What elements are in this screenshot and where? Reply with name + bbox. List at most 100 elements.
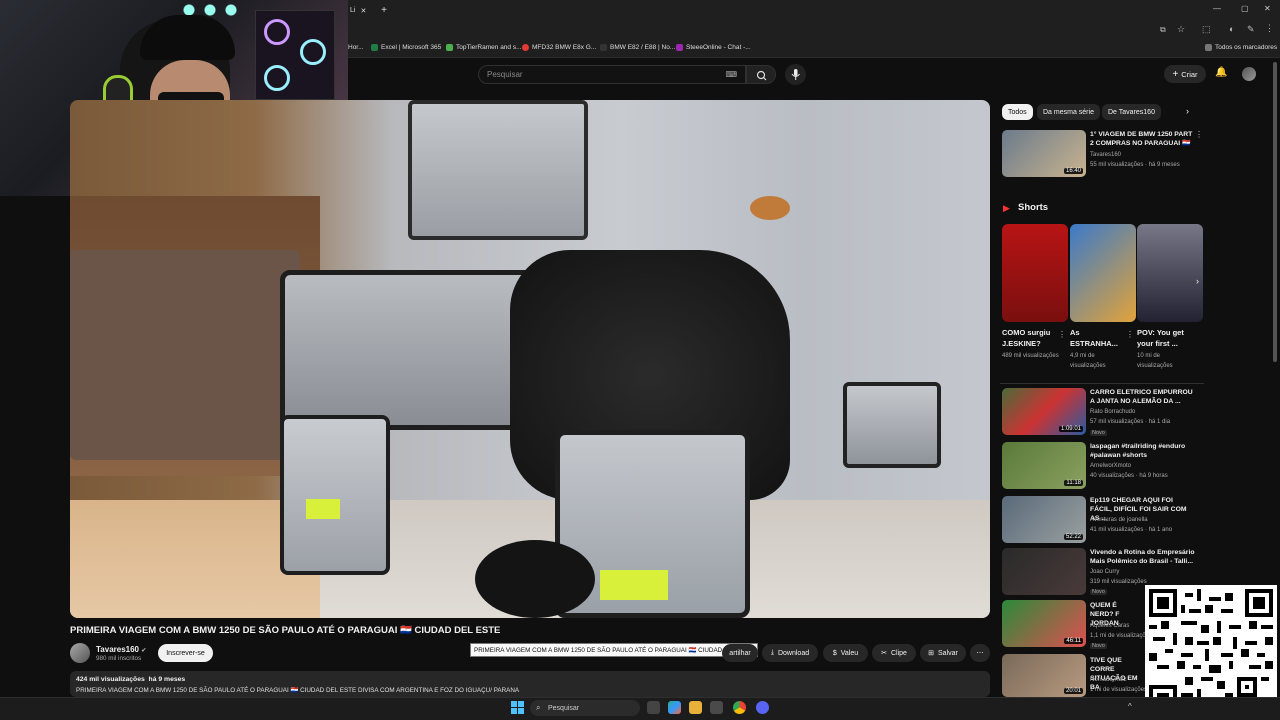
video-thumbnail[interactable]: 11:18	[1002, 442, 1086, 489]
shorts-heading: Shorts	[1018, 202, 1049, 213]
taskbar-search[interactable]: ⌕ Pesquisar	[530, 700, 640, 716]
bookmark-item[interactable]: SteeeOnline - Chat -...	[676, 44, 751, 51]
notifications-icon[interactable]: 🔔	[1215, 67, 1227, 78]
rec-channel[interactable]: Aqueles Caras	[1090, 623, 1129, 629]
profile-icon[interactable]: ◐	[1229, 24, 1234, 34]
subscriber-count: 980 mil inscritos	[96, 655, 142, 662]
short-title[interactable]: POV: You get your first ...	[1137, 327, 1195, 349]
duration-badge: 11:18	[1064, 480, 1083, 486]
bookmark-item[interactable]: TopTierRamen and s...	[446, 44, 522, 51]
subscribe-button[interactable]: Inscrever-se	[158, 644, 213, 662]
description-text: PRIMEIRA VIAGEM COM A BMW 1250 DE SÃO PA…	[76, 687, 520, 694]
short-title[interactable]: As ESTRANHA...	[1070, 327, 1128, 349]
save-button[interactable]: ⊞ Salvar	[920, 644, 966, 662]
tray-chevron-icon[interactable]: ^	[1128, 702, 1132, 711]
voice-search-button[interactable]	[785, 64, 806, 85]
bookmark-item[interactable]: Hor...	[348, 44, 364, 51]
chevron-right-icon[interactable]: ›	[1196, 276, 1199, 286]
discord-icon[interactable]	[756, 701, 769, 714]
bookmark-star-icon[interactable]: ☆	[1177, 24, 1185, 35]
browser-menu-icon[interactable]: ⋮	[1265, 23, 1274, 34]
chip-same-series[interactable]: Da mesma série	[1037, 104, 1100, 120]
video-thumbnail[interactable]: 1:09:01	[1002, 388, 1086, 435]
more-actions-button[interactable]: ⋯	[970, 644, 990, 662]
rec-title[interactable]: Vivendo a Rotina do Empresário Mais Polê…	[1090, 548, 1196, 566]
folder-icon	[1205, 44, 1212, 51]
more-icon[interactable]: ⋮	[1126, 330, 1134, 339]
rec-meta: 55 mil visualizações · há 9 meses	[1090, 162, 1180, 168]
video-thumbnail[interactable]: 46:11	[1002, 600, 1086, 647]
download-icon: ⤓	[770, 649, 774, 656]
rec-channel[interactable]: Rato Borrachudo	[1090, 409, 1135, 415]
rec-channel[interactable]: Nômade Ratz	[1090, 677, 1127, 683]
fan-ring	[264, 65, 290, 91]
minimize-icon[interactable]: —	[1213, 4, 1221, 13]
video-player[interactable]	[70, 100, 990, 618]
duration-badge: 52:22	[1063, 534, 1083, 540]
edit-icon[interactable]: ✎	[1247, 24, 1255, 35]
reflective-sticker	[306, 499, 340, 519]
short-thumbnail[interactable]	[1002, 224, 1068, 322]
short-thumbnail[interactable]	[1137, 224, 1203, 322]
thanks-icon: $	[832, 649, 837, 657]
download-button[interactable]: ⤓ Download	[762, 644, 818, 662]
share-button[interactable]: artilhar	[722, 644, 758, 662]
short-thumbnail[interactable]	[1070, 224, 1136, 322]
more-icon[interactable]: ⋮	[1058, 330, 1066, 339]
rec-channel[interactable]: Aventuras de joanella	[1090, 517, 1148, 523]
bookmark-item[interactable]: MFD32 BMW E8x G...	[522, 44, 596, 51]
video-thumbnail[interactable]: 16:40	[1002, 130, 1086, 177]
close-window-icon[interactable]: ✕	[1264, 4, 1271, 13]
rec-channel[interactable]: Joao Curry	[1090, 569, 1119, 575]
tab-close-icon[interactable]: ✕	[360, 7, 366, 15]
account-avatar[interactable]	[1242, 67, 1256, 81]
chip-from-channel[interactable]: De Tavares160	[1102, 104, 1161, 120]
video-thumbnail[interactable]: 52:22	[1002, 496, 1086, 543]
save-icon: ⊞	[928, 650, 935, 657]
mirror	[750, 196, 790, 220]
create-button[interactable]: + Criar	[1164, 65, 1206, 83]
chevron-right-icon[interactable]: ›	[1186, 106, 1189, 116]
video-thumbnail[interactable]: 20:01	[1002, 654, 1086, 697]
new-badge: Novo	[1090, 430, 1107, 436]
thanks-button[interactable]: $ Valeu	[823, 644, 868, 662]
extensions-icon[interactable]: ⬚	[1202, 24, 1211, 35]
rec-meta: 1,1 mi de visualizações	[1090, 633, 1153, 639]
maximize-icon[interactable]: ▢	[1241, 4, 1249, 13]
all-bookmarks[interactable]: Todos os marcadores	[1205, 44, 1277, 51]
rec-title[interactable]: 1° VIAGEM DE BMW 1250 PART 2 COMPRAS NO …	[1090, 130, 1196, 148]
more-icon[interactable]: ⋮	[1195, 130, 1203, 139]
task-view-icon[interactable]	[647, 701, 660, 714]
bookmark-item[interactable]: BMW E82 / E88 | No...	[600, 44, 675, 51]
rec-title[interactable]: laspagan #trailriding #enduro #palawan #…	[1090, 442, 1196, 460]
rec-channel[interactable]: ArnelworXmoto	[1090, 463, 1131, 469]
file-explorer-icon[interactable]	[689, 701, 702, 714]
rec-channel[interactable]: Tavares160	[1090, 152, 1121, 158]
copilot-icon[interactable]	[668, 701, 681, 714]
rec-title[interactable]: CARRO ELETRICO EMPURROU A JANTA NO ALEMÃ…	[1090, 388, 1196, 406]
new-tab-button[interactable]: +	[378, 3, 390, 18]
duration-badge: 16:40	[1063, 168, 1083, 174]
video-title: PRIMEIRA VIAGEM COM A BMW 1250 DE SÃO PA…	[70, 625, 501, 636]
clip-button[interactable]: ✂ Clipe	[872, 644, 916, 662]
bookmark-item[interactable]: Excel | Microsoft 365	[371, 44, 441, 51]
search-input[interactable]: Pesquisar ⌨	[478, 65, 746, 84]
chrome-icon[interactable]	[733, 701, 746, 714]
new-badge: Novo	[1090, 589, 1107, 595]
scrollbar-thumb[interactable]	[1273, 62, 1277, 362]
cast-icon[interactable]: ⧉	[1160, 25, 1166, 35]
video-thumbnail[interactable]	[1002, 548, 1086, 595]
top-case-lid	[408, 100, 588, 240]
search-button[interactable]	[746, 65, 776, 84]
rec-meta: 57 mil visualizações · há 1 dia	[1090, 419, 1171, 425]
keyboard-icon[interactable]: ⌨	[725, 70, 737, 79]
channel-avatar[interactable]	[70, 643, 90, 663]
rear-tire	[475, 540, 595, 618]
short-title[interactable]: COMO surgiu J.ESKINE?	[1002, 327, 1060, 349]
windows-start-icon[interactable]	[511, 701, 524, 714]
channel-name[interactable]: Tavares160 ✔	[96, 645, 146, 654]
browser-tab[interactable]: Li ✕	[350, 3, 372, 18]
short-views: 489 mil visualizações	[1002, 353, 1059, 359]
chip-all[interactable]: Todos	[1002, 104, 1033, 120]
store-icon[interactable]	[710, 701, 723, 714]
